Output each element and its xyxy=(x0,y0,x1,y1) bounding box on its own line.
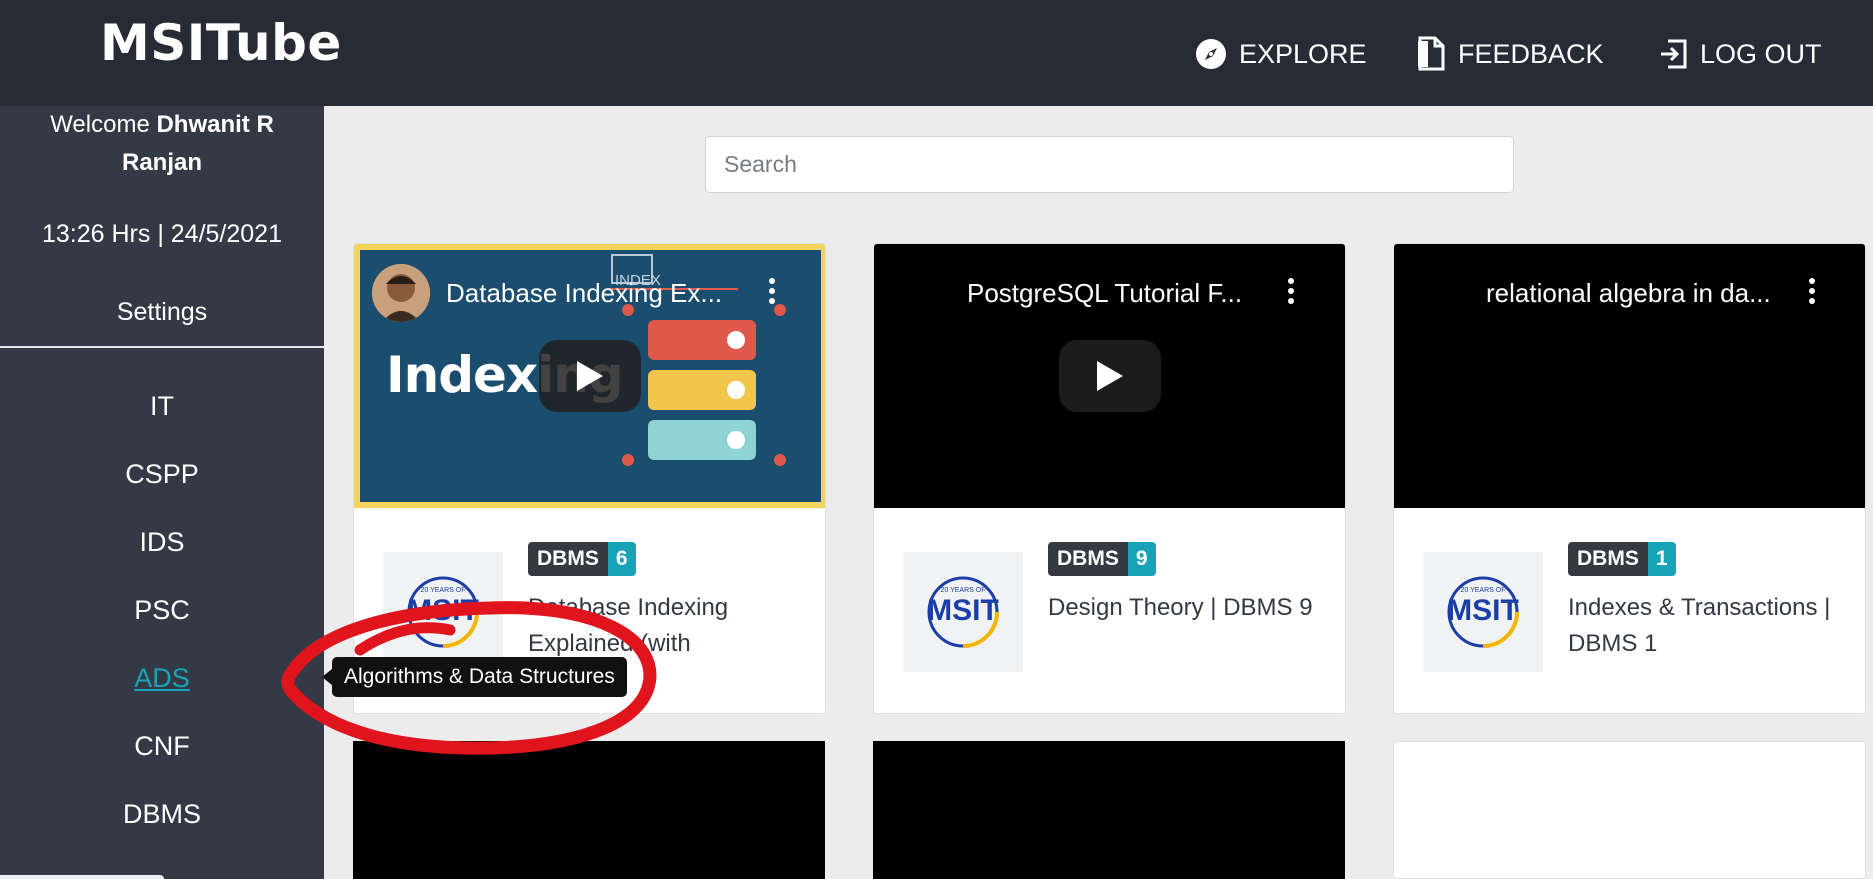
sidebar-item-ids[interactable]: IDS xyxy=(0,527,324,558)
more-vert-icon[interactable] xyxy=(767,278,777,308)
more-vert-icon[interactable] xyxy=(1807,278,1817,308)
subject-badge: DBMS 1 xyxy=(1568,542,1676,576)
datetime: 13:26 Hrs | 24/5/2021 xyxy=(42,220,282,248)
yt-video-title[interactable]: relational algebra in da... xyxy=(1486,278,1771,309)
settings-link[interactable]: Settings xyxy=(0,298,324,327)
sidebar-item-cspp[interactable]: CSPP xyxy=(0,459,324,490)
logout-icon xyxy=(1661,39,1687,69)
video-card[interactable]: PostgreSQL Tutorial F... MSIT 20 YEARS O… xyxy=(873,243,1346,714)
sidebar-item-psc[interactable]: PSC xyxy=(0,595,324,626)
video-player[interactable] xyxy=(873,741,1345,879)
sidebar-item-ads[interactable]: ADS xyxy=(0,663,324,694)
badge-subject: DBMS xyxy=(528,542,608,576)
scroll-hint xyxy=(0,875,164,879)
video-title-line2: DBMS 1 xyxy=(1568,630,1658,657)
video-title-line1: Design Theory | DBMS 9 xyxy=(1048,594,1313,621)
logo-tagline: 20 YEARS OF xyxy=(1460,587,1505,594)
badge-number: 9 xyxy=(1127,542,1156,576)
video-title[interactable]: Design Theory | DBMS 9 xyxy=(1048,590,1338,626)
explore-label: EXPLORE xyxy=(1239,38,1367,69)
play-button[interactable] xyxy=(1059,340,1161,412)
badge-subject: DBMS xyxy=(1048,542,1128,576)
video-title[interactable]: Indexes & Transactions | DBMS 1 xyxy=(1568,590,1858,662)
welcome-prefix: Welcome xyxy=(50,111,150,138)
yt-video-title[interactable]: PostgreSQL Tutorial F... xyxy=(967,278,1242,309)
subject-badge: DBMS 9 xyxy=(1048,542,1156,576)
search-input[interactable] xyxy=(705,136,1514,193)
welcome-message: Welcome Dhwanit R Ranjan xyxy=(20,106,304,182)
feedback-link[interactable]: FEEDBACK xyxy=(1416,34,1604,74)
video-card[interactable] xyxy=(1393,741,1866,879)
logo-tagline: 20 YEARS OF xyxy=(940,587,985,594)
msit-logo: MSIT 20 YEARS OF xyxy=(1423,552,1543,672)
video-info: MSIT 20 YEARS OF DBMS 1 Indexes & Transa… xyxy=(1394,508,1865,713)
badge-subject: DBMS xyxy=(1568,542,1648,576)
msit-logo: MSIT 20 YEARS OF xyxy=(903,552,1023,672)
sidebar: Welcome Dhwanit R Ranjan 13:26 Hrs | 24/… xyxy=(0,106,324,879)
document-icon xyxy=(1418,36,1445,71)
video-card[interactable]: relational algebra in da... MSIT 20 YEAR… xyxy=(1393,243,1866,714)
compass-icon xyxy=(1196,39,1226,69)
logout-link[interactable]: LOG OUT xyxy=(1658,34,1822,74)
tooltip: Algorithms & Data Structures xyxy=(322,657,627,697)
sidebar-divider xyxy=(0,346,324,348)
sidebar-item-cnf[interactable]: CNF xyxy=(0,731,324,762)
video-player[interactable]: PostgreSQL Tutorial F... xyxy=(874,244,1345,508)
play-button[interactable] xyxy=(539,340,641,412)
video-player[interactable] xyxy=(353,741,825,879)
explore-link[interactable]: EXPLORE xyxy=(1195,34,1367,74)
logo-text: MSIT xyxy=(927,594,999,627)
yt-video-title[interactable]: Database Indexing Ex... xyxy=(446,278,722,309)
top-navbar: MSITube EXPLORE FEEDBACK LOG OUT xyxy=(0,0,1873,106)
logout-label: LOG OUT xyxy=(1700,38,1822,69)
sidebar-item-dbms[interactable]: DBMS xyxy=(0,799,324,830)
video-info: MSIT 20 YEARS OF DBMS 9 Design Theory | … xyxy=(874,508,1345,713)
video-player[interactable]: Indexing INDEX Database Indexing Ex... xyxy=(354,244,825,508)
badge-number: 1 xyxy=(1647,542,1676,576)
video-player[interactable]: relational algebra in da... xyxy=(1394,244,1865,508)
sidebar-item-it[interactable]: IT xyxy=(0,391,324,422)
play-icon xyxy=(577,361,603,391)
brand-logo[interactable]: MSITube xyxy=(100,14,342,72)
avatar[interactable] xyxy=(372,264,430,322)
logo-text: MSIT xyxy=(1447,594,1519,627)
play-icon xyxy=(1097,361,1123,391)
more-vert-icon[interactable] xyxy=(1286,278,1296,308)
subject-badge: DBMS 6 xyxy=(528,542,636,576)
video-title-line1: Indexes & Transactions | xyxy=(1568,594,1831,621)
badge-number: 6 xyxy=(607,542,636,576)
feedback-label: FEEDBACK xyxy=(1458,38,1604,69)
